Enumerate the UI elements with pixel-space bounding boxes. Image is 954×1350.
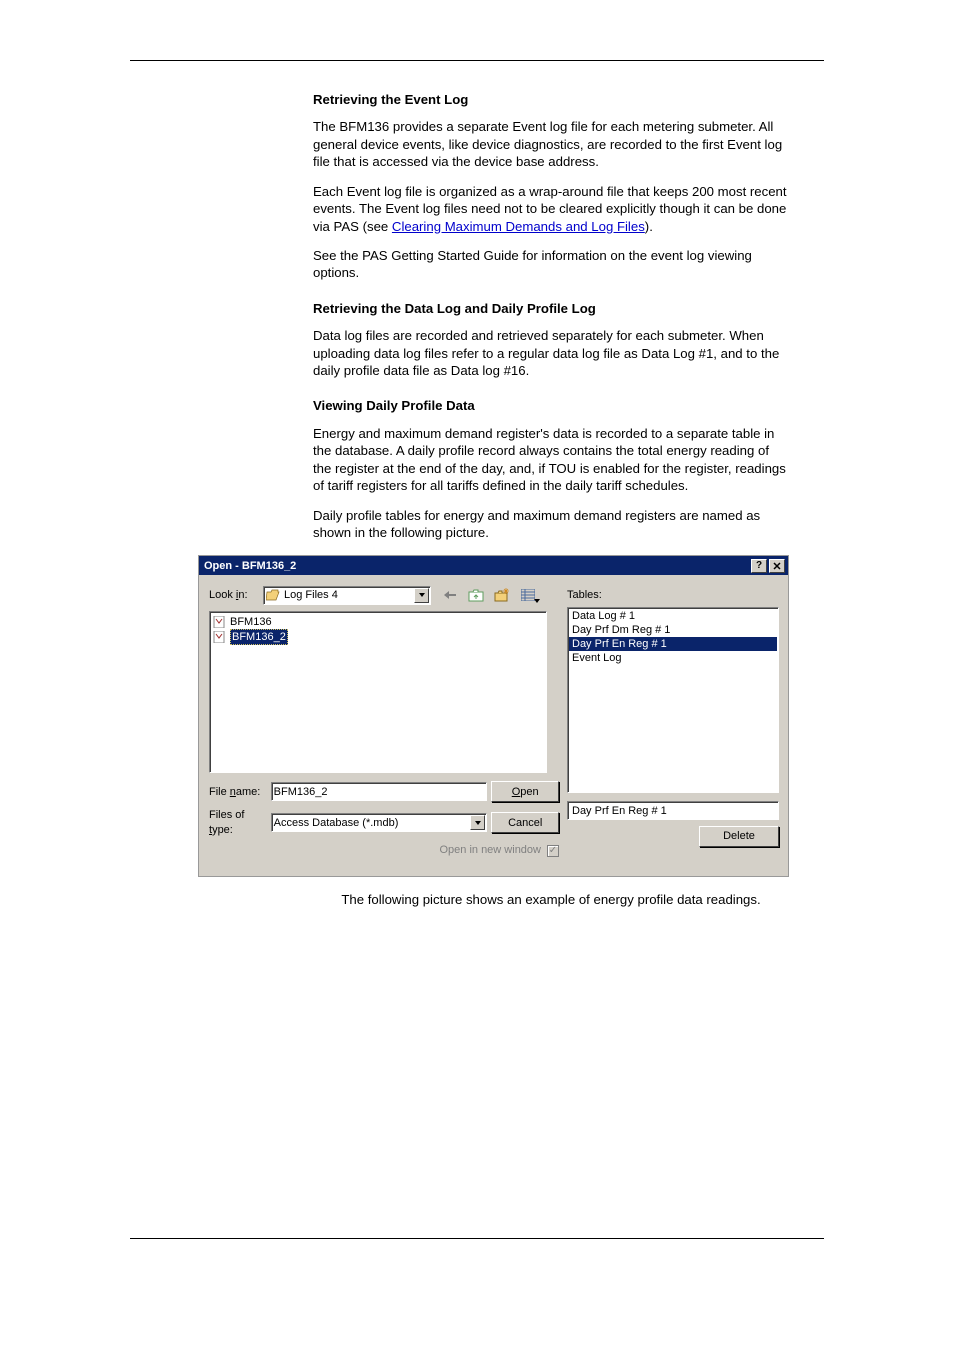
file-list[interactable]: BFM136 BFM136_2 xyxy=(209,611,547,773)
heading-event-log: Retrieving the Event Log xyxy=(313,91,789,108)
up-folder-icon xyxy=(468,588,484,602)
page-top-rule xyxy=(130,60,824,61)
page-bottom-rule xyxy=(130,1238,824,1239)
mdb-file-icon xyxy=(213,616,227,628)
table-item[interactable]: Data Log # 1 xyxy=(569,609,777,623)
table-item[interactable]: Event Log xyxy=(569,651,777,665)
mdb-file-icon xyxy=(213,631,227,643)
lookin-dropdown-arrow[interactable] xyxy=(414,588,429,603)
para-3: See the PAS Getting Started Guide for in… xyxy=(313,247,789,282)
file-name: BFM136 xyxy=(230,615,272,630)
link-clearing-logs[interactable]: Clearing Maximum Demands and Log Files xyxy=(392,219,645,234)
dialog-titlebar: Open - BFM136_2 ? xyxy=(199,556,788,575)
tables-list[interactable]: Data Log # 1 Day Prf Dm Reg # 1 Day Prf … xyxy=(567,607,779,793)
back-button[interactable] xyxy=(439,585,461,605)
open-button[interactable]: Open xyxy=(491,781,559,802)
para-2: Each Event log file is organized as a wr… xyxy=(313,183,789,235)
open-new-window-checkbox: ✓ xyxy=(547,845,559,857)
delete-button[interactable]: Delete xyxy=(699,826,779,847)
para-2b: ). xyxy=(645,219,653,234)
file-item[interactable]: BFM136_2 xyxy=(212,629,544,644)
lookin-combo[interactable]: Log Files 4 xyxy=(263,586,431,605)
open-new-window-label: Open in new window xyxy=(439,843,541,858)
open-dialog: Open - BFM136_2 ? Look in: Log Fil xyxy=(198,555,789,877)
filetype-label: Files of type: xyxy=(209,808,271,837)
para-4: Data log files are recorded and retrieve… xyxy=(313,327,789,379)
help-button[interactable]: ? xyxy=(751,559,767,573)
para-6: Daily profile tables for energy and maxi… xyxy=(313,507,789,542)
cancel-button[interactable]: Cancel xyxy=(491,812,559,833)
view-menu-button[interactable] xyxy=(517,585,539,605)
filename-field[interactable]: BFM136_2 xyxy=(271,782,488,801)
file-item[interactable]: BFM136 xyxy=(212,614,544,629)
para-1: The BFM136 provides a separate Event log… xyxy=(313,118,789,170)
document-body: Retrieving the Event Log The BFM136 prov… xyxy=(313,91,789,908)
selected-table-field: Day Prf En Reg # 1 xyxy=(567,801,779,820)
close-button[interactable] xyxy=(769,559,785,573)
lookin-value: Log Files 4 xyxy=(284,588,338,603)
new-folder-icon xyxy=(494,588,510,602)
heading-data-log: Retrieving the Data Log and Daily Profil… xyxy=(313,300,789,317)
lookin-label: Look in: xyxy=(209,588,263,603)
back-arrow-icon xyxy=(443,590,457,600)
close-icon xyxy=(773,562,781,570)
file-name: BFM136_2 xyxy=(230,629,288,646)
table-item[interactable]: Day Prf En Reg # 1 xyxy=(569,637,777,651)
view-menu-icon xyxy=(521,589,535,601)
filename-label: File name: xyxy=(209,785,271,800)
up-one-level-button[interactable] xyxy=(465,585,487,605)
dialog-title: Open - BFM136_2 xyxy=(204,559,296,574)
table-item[interactable]: Day Prf Dm Reg # 1 xyxy=(569,623,777,637)
para-7: The following picture shows an example o… xyxy=(313,891,789,908)
open-folder-icon xyxy=(266,589,280,601)
para-5: Energy and maximum demand register's dat… xyxy=(313,425,789,495)
new-folder-button[interactable] xyxy=(491,585,513,605)
tables-label: Tables: xyxy=(567,588,779,603)
filetype-combo[interactable]: Access Database (*.mdb) xyxy=(271,813,488,832)
heading-daily-profile: Viewing Daily Profile Data xyxy=(313,397,789,414)
filetype-dropdown-arrow[interactable] xyxy=(470,815,485,830)
